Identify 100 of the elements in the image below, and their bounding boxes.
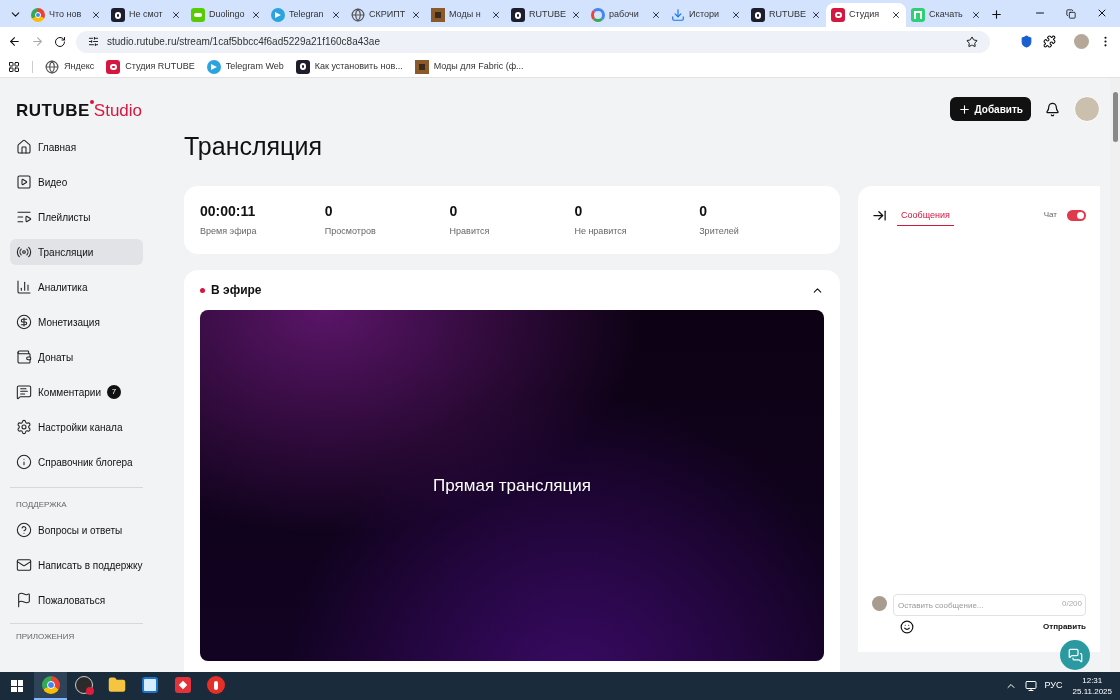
emoji-icon[interactable]	[900, 620, 914, 634]
bookmark[interactable]: Студия RUTUBE	[106, 59, 195, 74]
sidebar-item[interactable]: Пожаловаться	[10, 587, 155, 613]
sidebar-label: Комментарии	[38, 385, 101, 400]
clock[interactable]: 12:31 25.11.2025	[1072, 675, 1112, 697]
network-icon[interactable]	[1024, 680, 1037, 692]
close-icon[interactable]	[571, 10, 581, 20]
messages-tab[interactable]: Сообщения	[897, 204, 954, 226]
sidebar-label: Видео	[38, 175, 68, 190]
browser-tab[interactable]: Не смот	[106, 3, 186, 27]
site-settings-icon[interactable]	[88, 36, 99, 47]
stat-label: Нравится	[449, 225, 491, 239]
browser-tab[interactable]: Telegran	[266, 3, 346, 27]
character-counter: 0/200	[1061, 597, 1082, 610]
logo-subtitle[interactable]: Studio	[93, 98, 143, 124]
app-icon	[174, 677, 191, 693]
chat-toggle-label: Чат	[1043, 209, 1057, 221]
close-icon[interactable]	[411, 10, 421, 20]
stat-value: 0	[449, 202, 459, 222]
close-icon[interactable]	[171, 10, 181, 20]
sidebar-item[interactable]: Монетизация	[10, 309, 143, 335]
player-text: Прямая трансляция	[433, 474, 591, 497]
browser-tab[interactable]: рабочи	[586, 3, 666, 27]
playlist-icon	[16, 209, 32, 225]
sidebar-item[interactable]: Плейлисты	[10, 204, 143, 230]
close-icon[interactable]	[1096, 7, 1108, 19]
browser-tab[interactable]: Студия	[826, 3, 906, 27]
sidebar-item[interactable]: Настройки канала	[10, 414, 143, 440]
chat-toggle[interactable]	[1067, 209, 1086, 221]
sidebar-item[interactable]: Главная	[10, 134, 143, 160]
tab-title: СКРИПТ	[369, 8, 407, 22]
support-chat-button[interactable]	[1060, 640, 1090, 670]
scrollbar-thumb[interactable]	[1112, 92, 1118, 142]
close-icon[interactable]	[91, 10, 101, 20]
tab-title: Telegran	[289, 8, 325, 22]
browser-tab[interactable]: RUTUBE	[746, 3, 826, 27]
url-text: studio.rutube.ru/stream/1caf5bbcc4f6ad5229a21f160c8a43ae	[107, 35, 381, 49]
close-icon[interactable]	[891, 10, 901, 20]
bookmark-title: Как установить нов...	[314, 59, 403, 73]
reload-icon[interactable]	[54, 35, 66, 48]
sidebar-item[interactable]: Комментарии 7	[10, 379, 143, 405]
broadcast-icon	[16, 244, 32, 260]
close-icon[interactable]	[491, 10, 501, 20]
paper-plane-icon	[206, 59, 221, 74]
sidebar-label: Донаты	[38, 350, 74, 365]
close-icon[interactable]	[331, 10, 341, 20]
live-status: В эфире	[211, 282, 263, 299]
sidebar-label: Пожаловаться	[38, 593, 106, 608]
sidebar-label: Плейлисты	[38, 210, 91, 225]
sidebar-item[interactable]: Справочник блогера	[10, 449, 143, 475]
tab-title: Что нов	[49, 8, 83, 22]
bookmark[interactable]: Яндекс	[45, 59, 95, 74]
bookmark[interactable]: Telegram Web	[206, 59, 284, 74]
browser-tab[interactable]: Истори	[666, 3, 746, 27]
bookmark-star-icon[interactable]	[966, 35, 978, 48]
logo-text[interactable]: RUTUBE	[16, 98, 90, 124]
plus-icon	[957, 102, 971, 116]
browser-tab[interactable]: RUTUBE	[506, 3, 586, 27]
close-icon[interactable]	[651, 10, 661, 20]
bookmark[interactable]: Моды для Fabric (ф...	[414, 59, 524, 74]
browser-tab[interactable]: Duolingo	[186, 3, 266, 27]
add-button[interactable]: Добавить	[949, 97, 1031, 121]
tab-title: Моды н	[449, 8, 482, 22]
tab-title: RUTUBE	[529, 8, 567, 22]
google-icon	[591, 8, 605, 22]
sidebar-item[interactable]: Донаты	[10, 344, 143, 370]
language-indicator[interactable]: РУС	[1044, 679, 1063, 693]
close-icon[interactable]	[731, 10, 741, 20]
close-icon[interactable]	[811, 10, 821, 20]
rutube-icon	[111, 8, 125, 22]
sidebar-item[interactable]: Написать в поддержку	[10, 552, 155, 578]
sidebar-item[interactable]: Аналитика	[10, 274, 143, 300]
section-title: ПРИЛОЖЕНИЯ	[15, 631, 76, 643]
shield-icon[interactable]	[1020, 35, 1033, 48]
studio-icon	[106, 59, 121, 74]
close-icon[interactable]	[251, 10, 261, 20]
new-tab-icon[interactable]	[990, 8, 1003, 21]
bell-icon[interactable]	[1045, 101, 1060, 117]
settings-icon	[16, 419, 32, 435]
apps-icon[interactable]	[8, 60, 20, 73]
restore-icon[interactable]	[1066, 9, 1076, 19]
close-icon[interactable]	[971, 10, 981, 20]
extensions-icon[interactable]	[1043, 35, 1056, 48]
sidebar-item[interactable]: Вопросы и ответы	[10, 517, 155, 543]
sidebar-item[interactable]: Трансляции	[10, 239, 143, 265]
stat-label: Время эфира	[200, 225, 258, 239]
browser-tab[interactable]: СКРИПТ	[346, 3, 426, 27]
send-button[interactable]: Отправить	[1043, 621, 1086, 633]
browser-tab[interactable]: Скачать	[906, 3, 986, 27]
sidebar-item[interactable]: Видео	[10, 169, 143, 195]
wallet-icon	[16, 349, 32, 365]
browser-tab[interactable]: Моды н	[426, 3, 506, 27]
bookmark[interactable]: Как установить нов...	[295, 59, 403, 74]
back-icon[interactable]	[8, 35, 21, 48]
sidebar-label: Написать в поддержку	[38, 558, 143, 573]
video-player[interactable]: Прямая трансляция	[200, 310, 824, 661]
browser-tab[interactable]: Что нов	[26, 3, 106, 27]
address-bar[interactable]: studio.rutube.ru/stream/1caf5bbcc4f6ad5229a21f160c8a43ae	[76, 30, 990, 53]
taskbar-app[interactable]	[34, 672, 67, 700]
info-icon	[16, 454, 32, 470]
